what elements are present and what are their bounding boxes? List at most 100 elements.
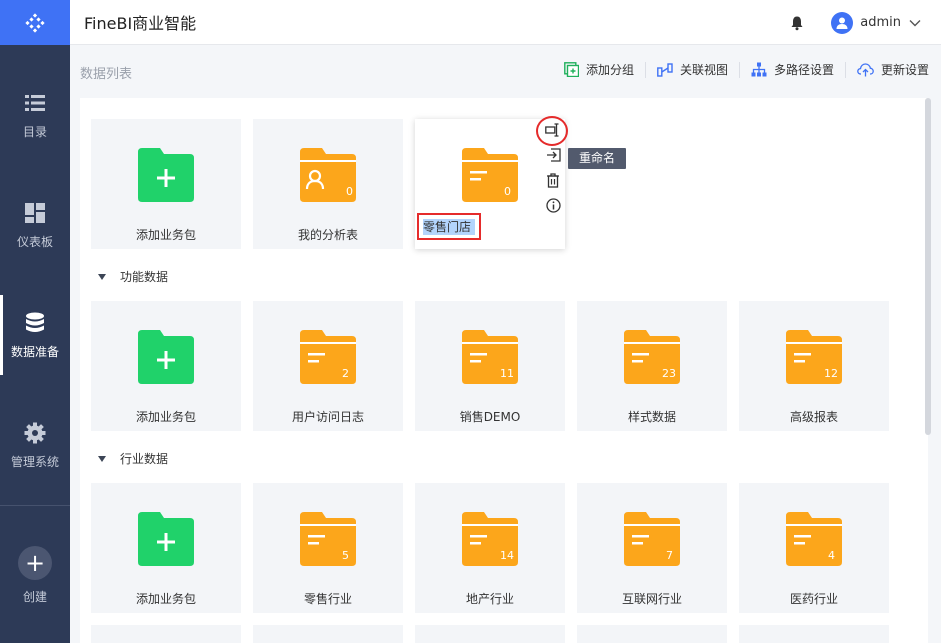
package-card-partial[interactable] — [577, 625, 727, 643]
sidebar-divider — [0, 505, 70, 506]
sidebar-item-label: 仪表板 — [16, 234, 53, 249]
relation-view-button[interactable]: 关联视图 — [657, 61, 728, 78]
rename-highlight-circle — [536, 116, 568, 146]
info-icon[interactable] — [544, 196, 562, 214]
dashboard-icon — [23, 201, 47, 225]
folder-icon: 11 — [462, 330, 518, 384]
toolbar-divider — [738, 61, 740, 78]
sidebar: 目录 仪表板 数据准备 管理系统 + 创建 — [0, 0, 70, 643]
top-header: FineBI商业智能 admin — [70, 0, 941, 45]
package-card[interactable]: 2 用户访问日志 — [253, 301, 403, 431]
add-package-card[interactable]: 添加业务包 — [91, 483, 241, 613]
list-icon — [23, 91, 47, 115]
card-label: 互联网行业 — [621, 592, 682, 606]
card-label: 零售行业 — [303, 592, 352, 606]
folder-icon: 7 — [624, 512, 680, 566]
multi-path-button[interactable]: 多路径设置 — [751, 61, 834, 78]
package-card[interactable]: 5 零售行业 — [253, 483, 403, 613]
group-header[interactable]: 功能数据 — [98, 268, 168, 285]
rename-edit-box — [417, 213, 481, 240]
caret-down-icon — [98, 273, 106, 280]
package-card[interactable]: 14 地产行业 — [415, 483, 565, 613]
sidebar-item-catalog[interactable]: 目录 — [0, 75, 70, 155]
add-package-card[interactable]: 添加业务包 — [91, 301, 241, 431]
user-icon — [836, 17, 848, 29]
card-label: 样式数据 — [627, 410, 676, 424]
package-list-panel: 添加业务包 0 我的分析表 0 功能数据 添加业务包 2 用户访问日志 11 销… — [80, 98, 928, 643]
toolbar-divider — [644, 61, 646, 78]
cloud-update-icon — [857, 62, 874, 76]
folder-icon: 0 — [462, 148, 518, 202]
package-card[interactable]: 0 我的分析表 — [253, 119, 403, 249]
create-item[interactable]: + 创建 — [0, 535, 70, 615]
create-plus-icon[interactable]: + — [18, 545, 52, 580]
card-label: 地产行业 — [465, 592, 514, 606]
package-card-partial[interactable] — [415, 625, 565, 643]
package-card[interactable]: 12 高级报表 — [739, 301, 889, 431]
gear-icon — [23, 421, 47, 445]
package-card[interactable]: 23 样式数据 — [577, 301, 727, 431]
bell-icon[interactable] — [789, 15, 805, 31]
card-label: 我的分析表 — [297, 228, 358, 242]
scrollbar[interactable] — [925, 98, 931, 435]
folder-icon: 12 — [786, 330, 842, 384]
group-title: 功能数据 — [120, 270, 169, 284]
relation-view-label: 关联视图 — [679, 63, 728, 77]
card-count: 14 — [500, 549, 514, 562]
group-header[interactable]: 行业数据 — [98, 450, 168, 467]
folder-icon: 14 — [462, 512, 518, 566]
card-count: 5 — [342, 549, 349, 562]
update-settings-button[interactable]: 更新设置 — [857, 61, 929, 78]
group-title: 行业数据 — [120, 452, 169, 466]
folder-icon: 2 — [300, 330, 356, 384]
chevron-down-icon[interactable] — [909, 19, 921, 27]
avatar[interactable] — [831, 11, 854, 34]
rename-tooltip: 重命名 — [568, 148, 627, 169]
package-card[interactable]: 4 医药行业 — [739, 483, 889, 613]
add-group-button[interactable]: 添加分组 — [564, 61, 634, 78]
sidebar-item-dashboard[interactable]: 仪表板 — [0, 185, 70, 265]
card-count: 12 — [824, 367, 838, 380]
package-card-partial[interactable] — [253, 625, 403, 643]
caret-down-icon — [98, 455, 106, 462]
delete-icon[interactable] — [544, 171, 562, 189]
add-package-card[interactable]: 添加业务包 — [91, 119, 241, 249]
package-card-partial[interactable] — [91, 625, 241, 643]
sidebar-item-admin[interactable]: 管理系统 — [0, 405, 70, 485]
toolbar-divider — [844, 61, 846, 78]
add-folder-icon — [138, 512, 194, 566]
create-label: 创建 — [22, 589, 47, 604]
app-logo[interactable] — [0, 0, 70, 45]
sidebar-item-label: 管理系统 — [10, 454, 59, 469]
folder-icon: 23 — [624, 330, 680, 384]
data-list-toolbar: 数据列表 添加分组 关联视图 多路径设置 更新设置 — [70, 45, 941, 97]
page-title: 数据列表 — [80, 67, 133, 82]
package-card[interactable]: 11 销售DEMO — [415, 301, 565, 431]
multi-path-icon — [751, 62, 767, 77]
multi-path-label: 多路径设置 — [773, 63, 834, 77]
package-card[interactable]: 7 互联网行业 — [577, 483, 727, 613]
card-count: 7 — [666, 549, 673, 562]
rename-input[interactable] — [423, 218, 475, 235]
folder-icon: 4 — [786, 512, 842, 566]
add-folder-icon — [138, 148, 194, 202]
update-settings-label: 更新设置 — [880, 63, 929, 77]
username[interactable]: admin — [860, 15, 901, 30]
sidebar-item-label: 数据准备 — [10, 344, 59, 359]
relation-view-icon — [657, 62, 673, 77]
database-icon — [23, 311, 47, 335]
card-label: 添加业务包 — [135, 592, 196, 606]
move-icon[interactable] — [544, 146, 562, 164]
card-label: 高级报表 — [789, 410, 838, 424]
logo-icon — [25, 12, 45, 33]
sidebar-item-data-prep[interactable]: 数据准备 — [0, 295, 70, 375]
app-title: FineBI商业智能 — [84, 14, 197, 33]
package-card-partial[interactable] — [739, 625, 889, 643]
card-count: 0 — [346, 185, 353, 198]
sidebar-item-label: 目录 — [22, 124, 47, 139]
card-label: 用户访问日志 — [291, 410, 364, 424]
card-count: 2 — [342, 367, 349, 380]
card-count: 4 — [828, 549, 835, 562]
folder-icon: 5 — [300, 512, 356, 566]
card-label: 添加业务包 — [135, 410, 196, 424]
